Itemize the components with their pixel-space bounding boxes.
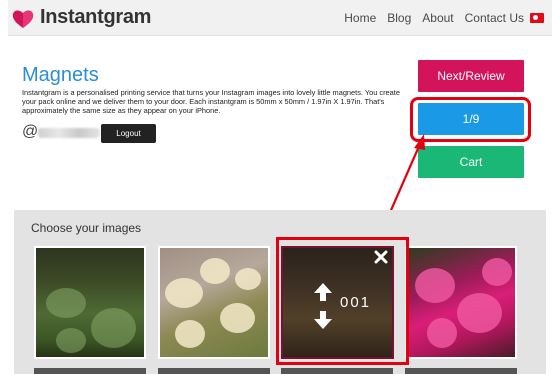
nav-home[interactable]: Home [344,11,376,25]
turkey-flag-icon[interactable] [530,13,544,23]
header: Instantgram Home Blog About Contact Us [8,0,552,36]
image-thumb-8-partial[interactable] [405,368,517,374]
image-thumb-2[interactable] [158,246,270,359]
image-thumb-6-partial[interactable] [158,368,270,374]
nav-about[interactable]: About [422,11,453,25]
image-thumb-7-partial[interactable] [281,368,393,374]
image-chooser-title: Choose your images [31,221,142,235]
heart-logo-icon[interactable] [12,8,34,30]
image-thumb-1[interactable] [34,246,146,359]
next-review-button[interactable]: Next/Review [418,60,524,92]
brand-name[interactable]: Instantgram [40,6,151,29]
page: Instantgram Home Blog About Contact Us M… [8,0,552,374]
page-description: Instantgram is a personalised printing s… [22,88,400,116]
image-thumb-5-partial[interactable] [34,368,146,374]
username-at: @ [22,123,39,140]
main-nav: Home Blog About Contact Us [333,11,544,25]
logout-button[interactable]: Logout [101,124,156,143]
image-thumb-4[interactable] [405,246,517,359]
nav-contact-us[interactable]: Contact Us [465,11,524,25]
page-title: Magnets [22,64,99,86]
thumb-highlight-box [276,237,409,365]
nav-blog[interactable]: Blog [387,11,411,25]
blurred-username [38,128,100,138]
